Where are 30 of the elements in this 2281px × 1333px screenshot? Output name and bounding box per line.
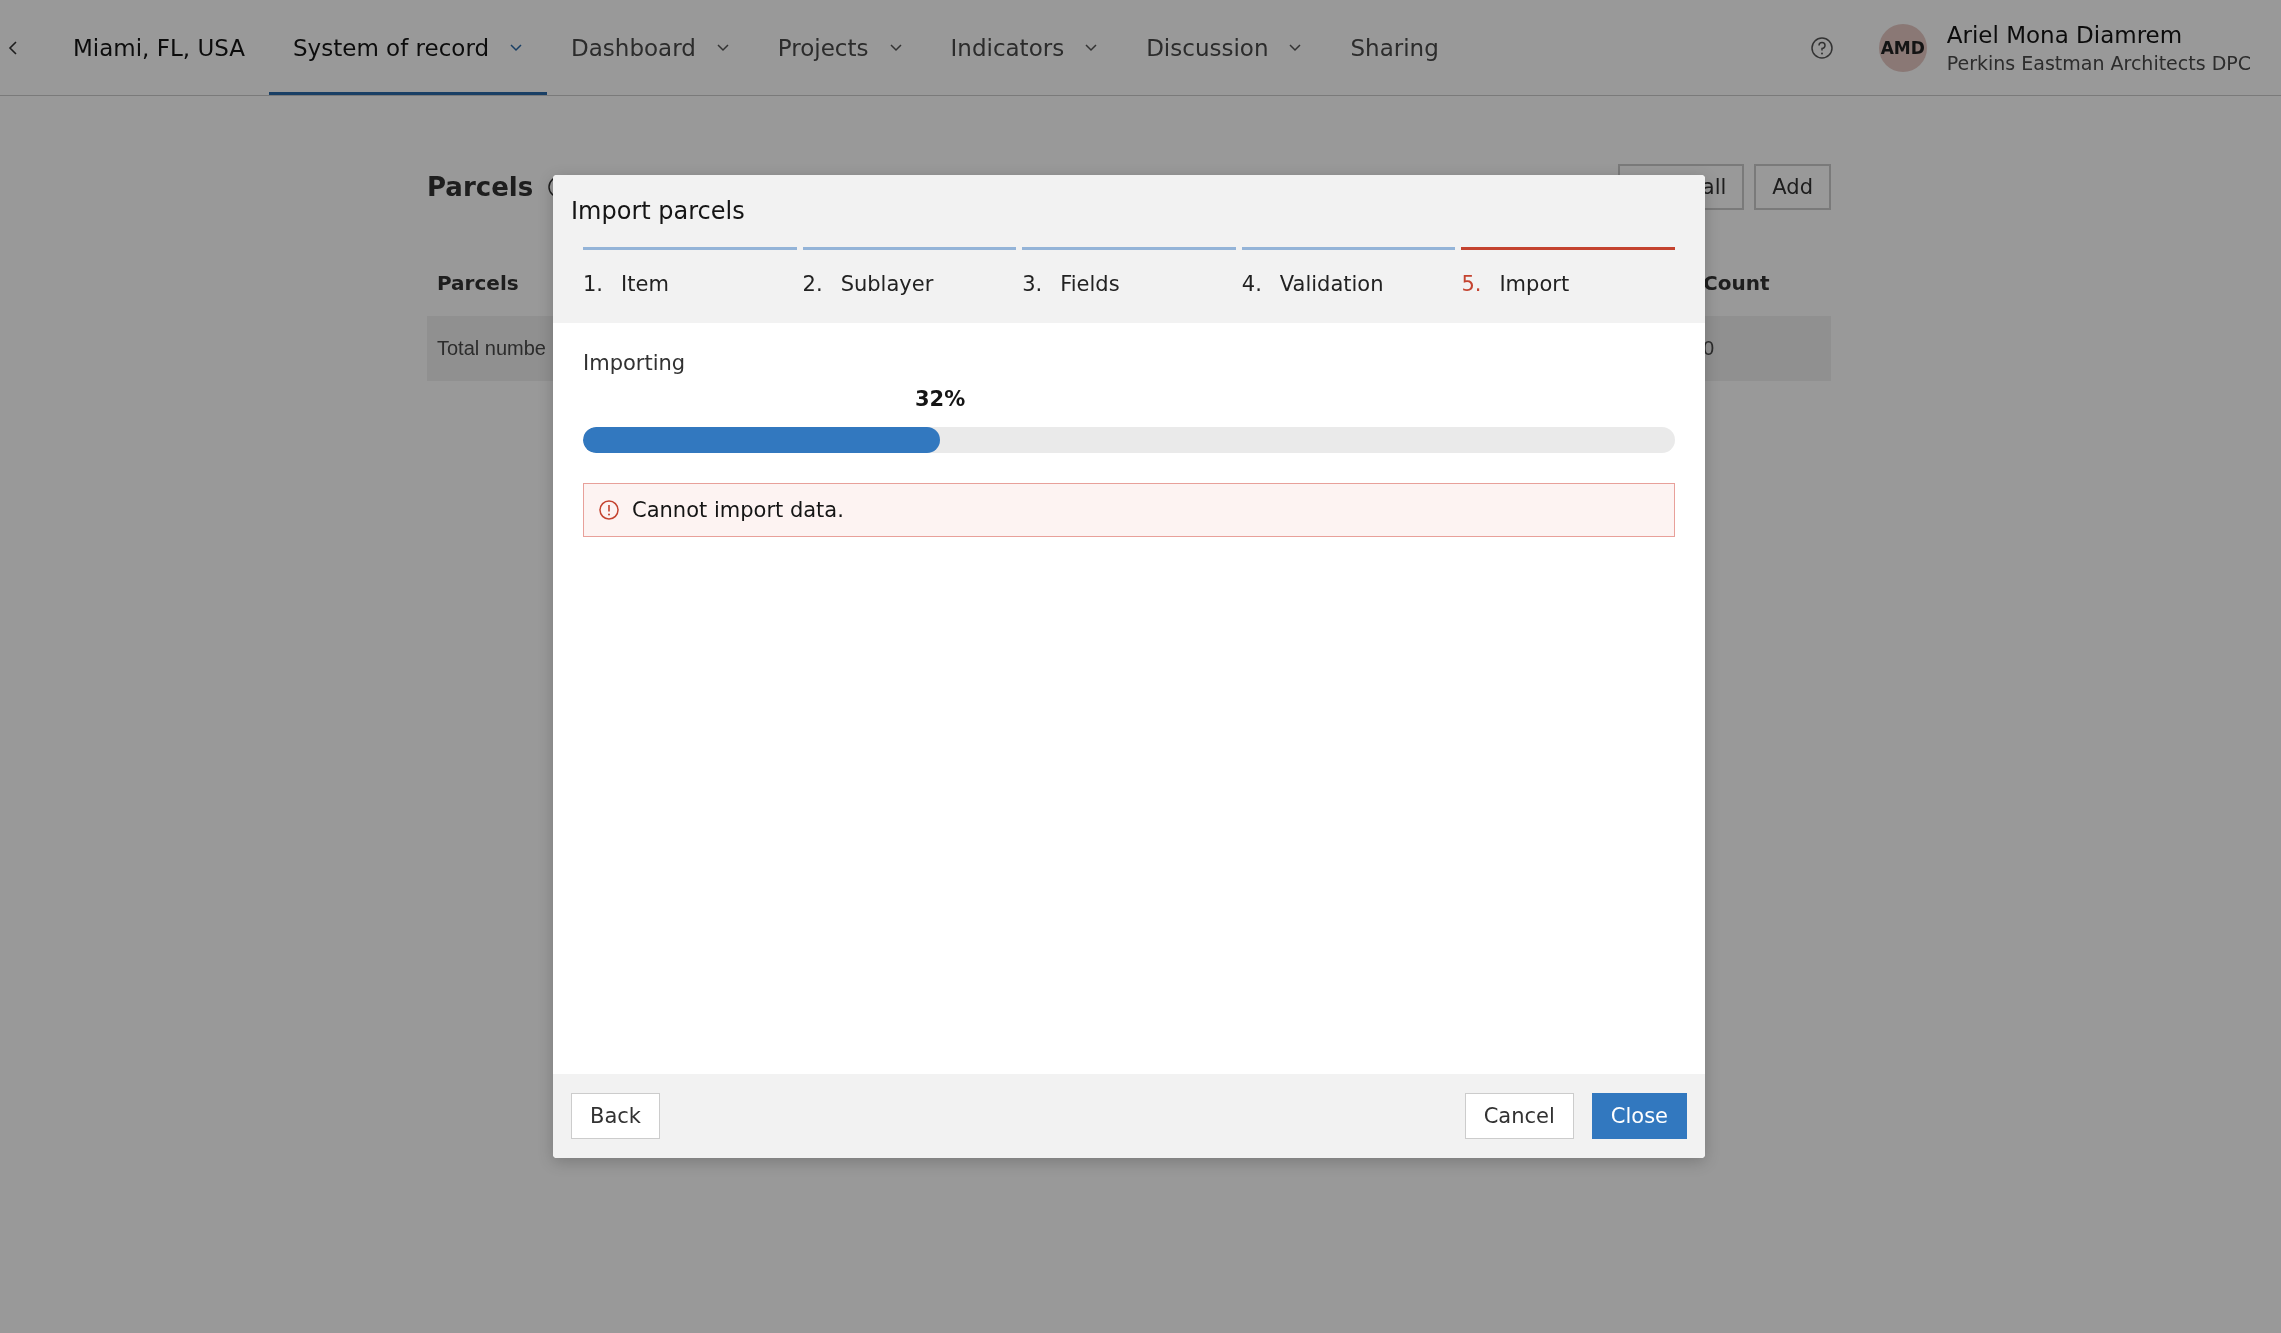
progress-percent: 32%: [914, 387, 966, 411]
wizard-step[interactable]: 5. Import: [1461, 247, 1675, 296]
column-header: Count: [1703, 271, 1770, 295]
location-title: Miami, FL, USA: [73, 34, 245, 61]
table-cell: Total numbe: [437, 337, 546, 360]
wizard-step[interactable]: 3. Fields: [1022, 247, 1236, 296]
wizard-step[interactable]: 1. Item: [583, 247, 797, 296]
user-organization: Perkins Eastman Architects DPC: [1946, 51, 2251, 74]
status-label: Importing: [583, 351, 687, 375]
nav-tab[interactable]: System of record: [269, 0, 548, 95]
column-header: Parcels: [437, 271, 519, 295]
wizard-step[interactable]: 2. Sublayer: [802, 247, 1017, 296]
wizard-step[interactable]: 4. Validation: [1241, 247, 1456, 296]
page-button[interactable]: Add: [1754, 164, 1831, 210]
nav-tab[interactable]: Sharing: [1326, 0, 1463, 95]
nav-tab[interactable]: Projects: [753, 0, 927, 95]
nav-tab[interactable]: Dashboard: [547, 0, 754, 95]
chevron-left-icon[interactable]: [8, 39, 18, 56]
nav-tab[interactable]: Indicators: [926, 0, 1123, 95]
cancel-button[interactable]: Cancel: [1464, 1093, 1574, 1139]
user-avatar[interactable]: AMD: [1878, 23, 1927, 72]
dialog-title: Import parcels: [571, 197, 746, 225]
page-title: Parcels: [427, 172, 534, 202]
warning-icon: [598, 499, 620, 521]
user-name: Ariel Mona Diamrem: [1946, 21, 2184, 48]
nav-tab[interactable]: Discussion: [1122, 0, 1327, 95]
back-button[interactable]: Back: [571, 1093, 660, 1139]
close-button[interactable]: Close: [1591, 1093, 1687, 1139]
help-icon[interactable]: [1809, 35, 1834, 60]
error-message: Cannot import data.: [632, 498, 844, 522]
